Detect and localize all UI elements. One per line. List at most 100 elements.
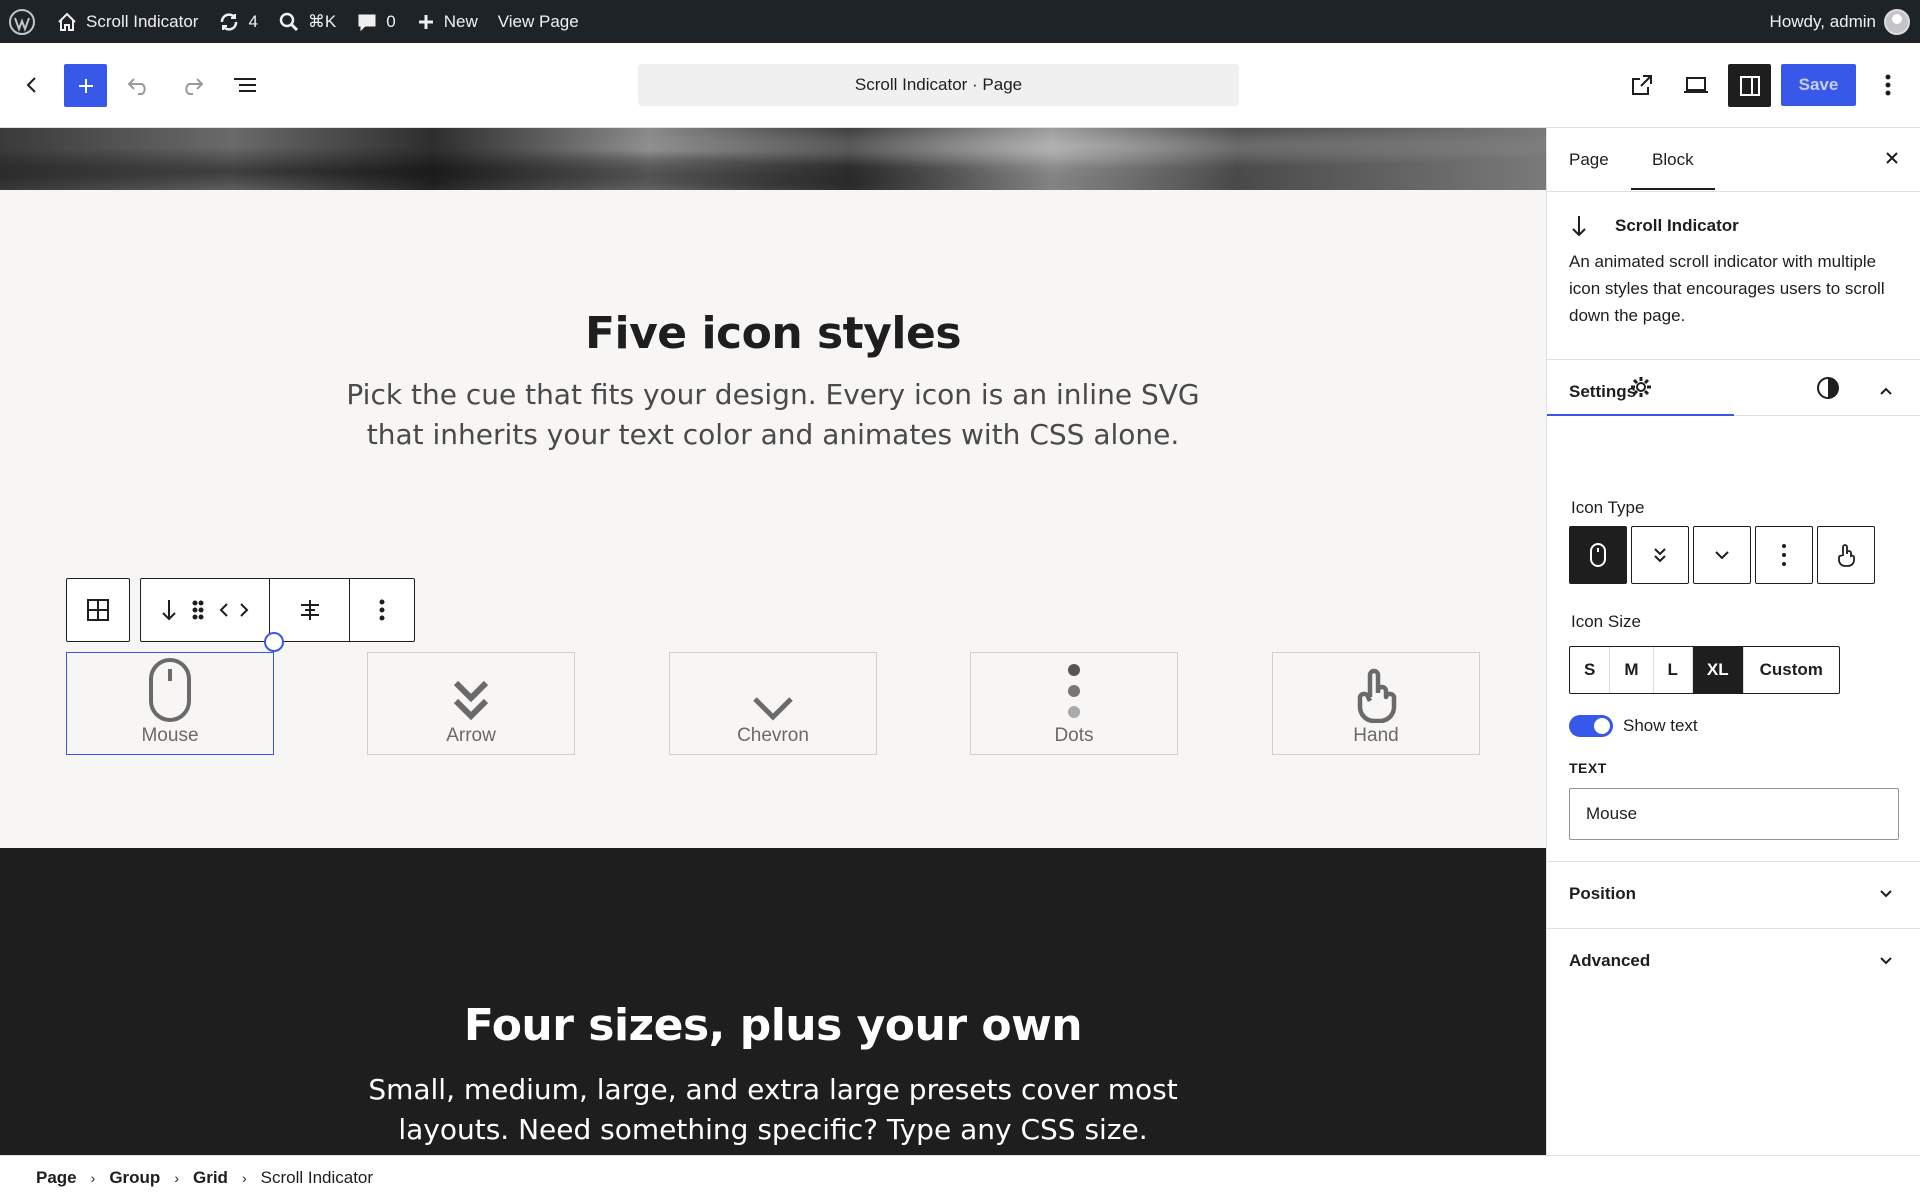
tab-page[interactable]: Page [1569, 150, 1609, 170]
refresh-icon [221, 12, 238, 31]
redo-button[interactable] [170, 63, 214, 107]
icon-type-dots[interactable] [1755, 526, 1813, 584]
text-field-label: TEXT [1569, 760, 1607, 776]
block-options-button[interactable] [350, 579, 414, 641]
plus-icon [418, 14, 433, 29]
breadcrumb-page[interactable]: Page [36, 1168, 77, 1188]
arrow-down-icon[interactable] [159, 597, 179, 623]
breadcrumb-current: Scroll Indicator [260, 1168, 374, 1187]
close-sidebar-button[interactable] [1882, 148, 1902, 173]
select-parent-grid-button[interactable] [67, 579, 129, 641]
scroll-indicator-chevron[interactable]: Chevron [669, 652, 877, 755]
section-title[interactable]: Four sizes, plus your own [0, 1000, 1546, 1051]
account-menu[interactable]: Howdy, admin [1760, 0, 1920, 43]
scroll-indicator-dots[interactable]: Dots [970, 652, 1178, 755]
chevron-down-icon [1715, 551, 1729, 560]
icon-label: Arrow [446, 725, 496, 746]
block-mover [141, 579, 270, 641]
site-name: Scroll Indicator [86, 11, 199, 31]
advanced-panel-title[interactable]: Advanced [1569, 951, 1650, 971]
justification-button[interactable] [270, 579, 350, 641]
drag-handle-icon[interactable] [191, 599, 205, 621]
icon-type-arrow[interactable] [1631, 526, 1689, 584]
hand-pointer-icon [1357, 668, 1397, 723]
chevron-right-icon: › [174, 1170, 179, 1186]
preview-device-button[interactable] [1674, 63, 1718, 107]
wordpress-logo-icon[interactable] [0, 0, 46, 43]
home-icon [58, 12, 76, 31]
advanced-panel[interactable]: Advanced [1547, 928, 1920, 994]
section-title[interactable]: Five icon styles [0, 308, 1546, 359]
more-vertical-icon [379, 599, 385, 621]
chevron-left-icon [26, 77, 36, 93]
size-l-button[interactable]: L [1654, 647, 1693, 693]
editor-header: Scroll Indicator · Page Save [0, 43, 1920, 128]
chevron-right-icon: › [90, 1170, 96, 1186]
section-sizes: Four sizes, plus your own Small, medium,… [0, 848, 1546, 1155]
list-view-icon [234, 78, 256, 92]
document-title-bar[interactable]: Scroll Indicator · Page [638, 64, 1239, 106]
save-button[interactable]: Save [1781, 64, 1856, 106]
sidebar-tabs: Page Block [1547, 128, 1920, 192]
site-name-link[interactable]: Scroll Indicator [46, 0, 208, 43]
document-overview-button[interactable] [223, 63, 267, 107]
tab-block[interactable]: Block [1631, 150, 1714, 190]
view-page-label: View Page [497, 11, 579, 31]
block-inserter-button[interactable] [64, 64, 107, 107]
section-subtitle[interactable]: Small, medium, large, and extra large pr… [340, 1070, 1206, 1150]
hand-pointer-icon [1838, 544, 1855, 567]
icon-size-selector: S M L XL Custom [1569, 646, 1840, 694]
section-subtitle[interactable]: Pick the cue that fits your design. Ever… [340, 375, 1206, 455]
resize-handle[interactable] [264, 632, 284, 652]
block-breadcrumb: Page › Group › Grid › Scroll Indicator [0, 1155, 1920, 1200]
size-m-button[interactable]: M [1610, 647, 1654, 693]
chevron-up-icon[interactable] [1877, 382, 1895, 405]
undo-icon [127, 78, 146, 95]
redo-icon [185, 78, 204, 95]
back-button[interactable] [10, 63, 54, 107]
mouse-icon [1590, 543, 1606, 567]
icon-type-label: Icon Type [1571, 498, 1645, 517]
text-input[interactable]: Mouse [1569, 788, 1899, 840]
options-menu-button[interactable] [1866, 63, 1910, 107]
block-toolbar [66, 578, 415, 642]
command-search[interactable]: ⌘K [268, 0, 346, 43]
settings-sidebar-toggle[interactable] [1728, 64, 1771, 107]
search-icon [279, 12, 298, 31]
new-content-link[interactable]: New [406, 0, 488, 43]
avatar [1884, 8, 1910, 35]
view-page-link[interactable]: View Page [488, 0, 589, 43]
sidebar-icon [1739, 75, 1760, 96]
icon-type-chevron[interactable] [1693, 526, 1751, 584]
more-vertical-icon [1885, 74, 1891, 96]
size-s-button[interactable]: S [1570, 647, 1611, 693]
chevron-down-icon[interactable] [1877, 884, 1895, 907]
icon-type-hand[interactable] [1817, 526, 1875, 584]
comments-link[interactable]: 0 [346, 0, 405, 43]
scroll-indicator-hand[interactable]: Hand [1272, 652, 1480, 755]
icon-type-mouse[interactable] [1569, 526, 1627, 584]
arrow-down-icon [1569, 214, 1589, 243]
settings-panel-title[interactable]: Settings [1569, 382, 1636, 402]
breadcrumb-grid[interactable]: Grid [193, 1168, 228, 1188]
justify-center-icon [300, 600, 319, 620]
document-title: Scroll Indicator · Page [854, 75, 1023, 94]
scroll-indicator-arrow[interactable]: Arrow [367, 652, 575, 755]
position-panel-title[interactable]: Position [1569, 884, 1636, 904]
editor-canvas[interactable]: Five icon styles Pick the cue that fits … [0, 128, 1546, 1155]
undo-button[interactable] [117, 63, 161, 107]
chevron-down-icon[interactable] [1877, 951, 1895, 974]
dots-vertical-icon [1068, 664, 1080, 718]
scroll-indicator-mouse[interactable]: Mouse [66, 652, 274, 755]
move-left-right-icon[interactable] [217, 599, 251, 621]
show-text-toggle[interactable] [1569, 715, 1613, 737]
updates-link[interactable]: 4 [208, 0, 267, 43]
block-title: Scroll Indicator [1615, 216, 1739, 235]
block-description: An animated scroll indicator with multip… [1569, 252, 1885, 325]
view-page-button[interactable] [1620, 63, 1664, 107]
size-xl-button[interactable]: XL [1692, 647, 1744, 693]
breadcrumb-group[interactable]: Group [109, 1168, 160, 1188]
position-panel[interactable]: Position [1547, 861, 1920, 927]
plus-icon [78, 78, 93, 93]
size-custom-button[interactable]: Custom [1744, 647, 1839, 693]
